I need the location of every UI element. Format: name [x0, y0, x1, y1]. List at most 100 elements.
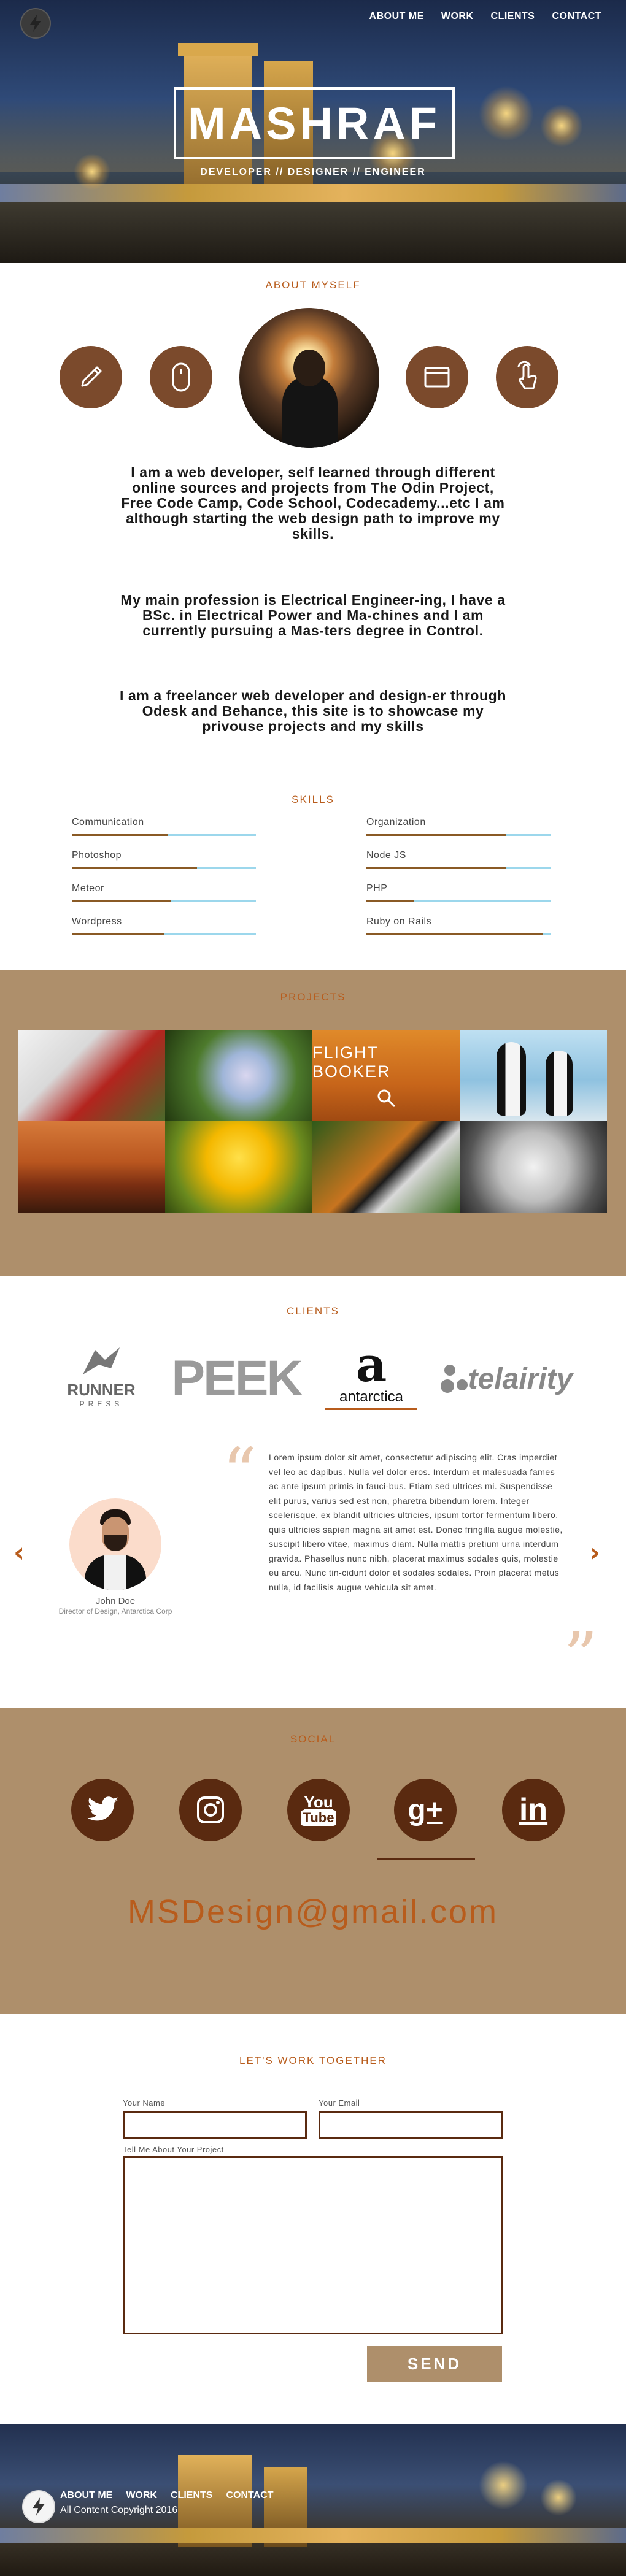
flight-booker-project[interactable]: FLIGHT BOOKER — [312, 1030, 460, 1121]
mouse-icon — [150, 346, 212, 408]
social-title: SOCIAL — [290, 1733, 336, 1745]
penguin — [497, 1042, 526, 1116]
avatar — [69, 1498, 161, 1590]
runner-text: RUNNER — [67, 1380, 136, 1399]
testimonial-person-role: Director of Design, Antarctica Corp — [58, 1607, 172, 1616]
peek-logo: PEEK — [156, 1351, 316, 1406]
nav-work[interactable]: WORK — [441, 11, 474, 22]
skill-item: Communication — [72, 817, 256, 836]
skill-label: Ruby on Rails — [366, 916, 432, 927]
skill-item: PHP — [366, 883, 551, 902]
testimonial-next-button[interactable]: › — [589, 1537, 600, 1568]
footer-nav-about-me[interactable]: ABOUT ME — [60, 2490, 112, 2501]
wolf-photo[interactable] — [460, 1121, 607, 1213]
instagram-icon[interactable] — [179, 1779, 242, 1841]
penguins-photo[interactable] — [460, 1030, 607, 1121]
flight-booker-label: FLIGHT BOOKER — [312, 1043, 391, 1081]
contact-title: LET'S WORK TOGETHER — [239, 2055, 387, 2066]
skill-item: Node JS — [366, 850, 551, 869]
google-plus-icon[interactable]: g+ — [394, 1779, 457, 1841]
skill-bar — [72, 933, 256, 935]
name-label: Your Name — [123, 2098, 166, 2107]
skill-item: Meteor — [72, 883, 256, 902]
skill-item: Organization — [366, 817, 551, 836]
copyright-text: All Content Copyright 2016 — [60, 2505, 178, 2515]
skill-bar-fill — [366, 867, 506, 869]
skill-bar-fill — [72, 867, 197, 869]
clients-title: CLIENTS — [287, 1305, 339, 1317]
projects-title: PROJECTS — [280, 991, 346, 1003]
peek-text: PEEK — [171, 1351, 303, 1406]
runner-press-logo: RUNNER PRESS — [64, 1336, 138, 1416]
hero-title-box: MASHRAF — [174, 87, 455, 159]
desert-photo[interactable] — [18, 1121, 165, 1213]
about-title: ABOUT MYSELF — [265, 279, 361, 291]
skill-item: Wordpress — [72, 916, 256, 935]
hero-section: ABOUT ME WORK CLIENTS CONTACT MASHRAF DE… — [0, 0, 626, 263]
lightning-bolt-icon — [30, 15, 41, 32]
skill-label: Organization — [366, 817, 426, 827]
water — [0, 202, 626, 263]
skill-bar-fill — [366, 900, 414, 902]
runner-sub-text: PRESS — [79, 1399, 123, 1408]
telairity-dots-icon — [441, 1365, 468, 1393]
tiger-photo[interactable] — [312, 1121, 460, 1213]
footer-nav: ABOUT ME WORK CLIENTS CONTACT — [60, 2490, 273, 2501]
telairity-text: telairity — [468, 1362, 573, 1395]
penguin — [546, 1051, 573, 1116]
twitter-icon[interactable] — [71, 1779, 134, 1841]
email-field[interactable] — [319, 2111, 503, 2139]
antarctica-underline — [325, 1408, 417, 1410]
nav-clients[interactable]: CLIENTS — [491, 11, 535, 22]
skills-title: SKILLS — [292, 794, 334, 805]
send-button[interactable]: SEND — [367, 2346, 502, 2382]
logo[interactable] — [20, 8, 51, 39]
skill-label: Node JS — [366, 850, 406, 861]
social-section — [0, 1708, 626, 2014]
hero-title: MASHRAF — [188, 98, 441, 149]
footer-nav-clients[interactable]: CLIENTS — [171, 2490, 212, 2501]
lamp-glow — [540, 2479, 577, 2516]
skill-item: Photoshop — [72, 850, 256, 869]
testimonial-prev-button[interactable]: ‹ — [14, 1537, 25, 1568]
lamp-glow — [479, 2461, 528, 2510]
youtube-top-text: You — [304, 1793, 333, 1811]
skill-label: PHP — [366, 883, 388, 894]
skill-label: Communication — [72, 817, 144, 827]
social-hover-underline — [377, 1858, 475, 1860]
contact-email[interactable]: MSDesign@gmail.com — [0, 1893, 626, 1931]
skill-bar — [72, 867, 256, 869]
footer-logo[interactable] — [22, 2490, 55, 2523]
antarctica-logo: a antarctica — [325, 1336, 417, 1416]
quote-close-icon: ” — [563, 1617, 598, 1696]
linkedin-icon[interactable]: in — [502, 1779, 565, 1841]
youtube-icon[interactable]: You Tube — [287, 1779, 350, 1841]
email-label: Your Email — [319, 2098, 360, 2107]
testimonial-text: Lorem ipsum dolor sit amet, consectetur … — [269, 1453, 563, 1593]
youtube-bottom-text: Tube — [300, 1810, 337, 1826]
snowman-photo[interactable] — [18, 1030, 165, 1121]
skill-bar — [72, 900, 256, 902]
skill-bar — [366, 933, 551, 935]
touch-gesture-icon — [496, 346, 558, 408]
antarctica-mark: a — [355, 1336, 387, 1393]
bridge-deck — [0, 2528, 626, 2543]
footer-nav-work[interactable]: WORK — [126, 2490, 157, 2501]
nav-contact[interactable]: CONTACT — [552, 11, 601, 22]
about-paragraph-3: I am a freelancer web developer and desi… — [120, 688, 506, 734]
search-icon — [377, 1089, 396, 1107]
skill-item: Ruby on Rails — [366, 916, 551, 935]
name-field[interactable] — [123, 2111, 307, 2139]
footer-nav-contact[interactable]: CONTACT — [226, 2490, 273, 2501]
tulips-photo[interactable] — [165, 1121, 312, 1213]
hydrangea-photo[interactable] — [165, 1030, 312, 1121]
top-nav: ABOUT ME WORK CLIENTS CONTACT — [369, 11, 601, 22]
project-textarea[interactable] — [123, 2156, 503, 2334]
telairity-logo: telairity — [439, 1354, 574, 1403]
nav-about-me[interactable]: ABOUT ME — [369, 11, 424, 22]
skill-bar — [366, 834, 551, 836]
runner-mark-icon — [83, 1347, 120, 1374]
linkedin-text: in — [519, 1792, 548, 1828]
tower-roof — [178, 43, 258, 56]
project-label: Tell Me About Your Project — [123, 2145, 224, 2154]
